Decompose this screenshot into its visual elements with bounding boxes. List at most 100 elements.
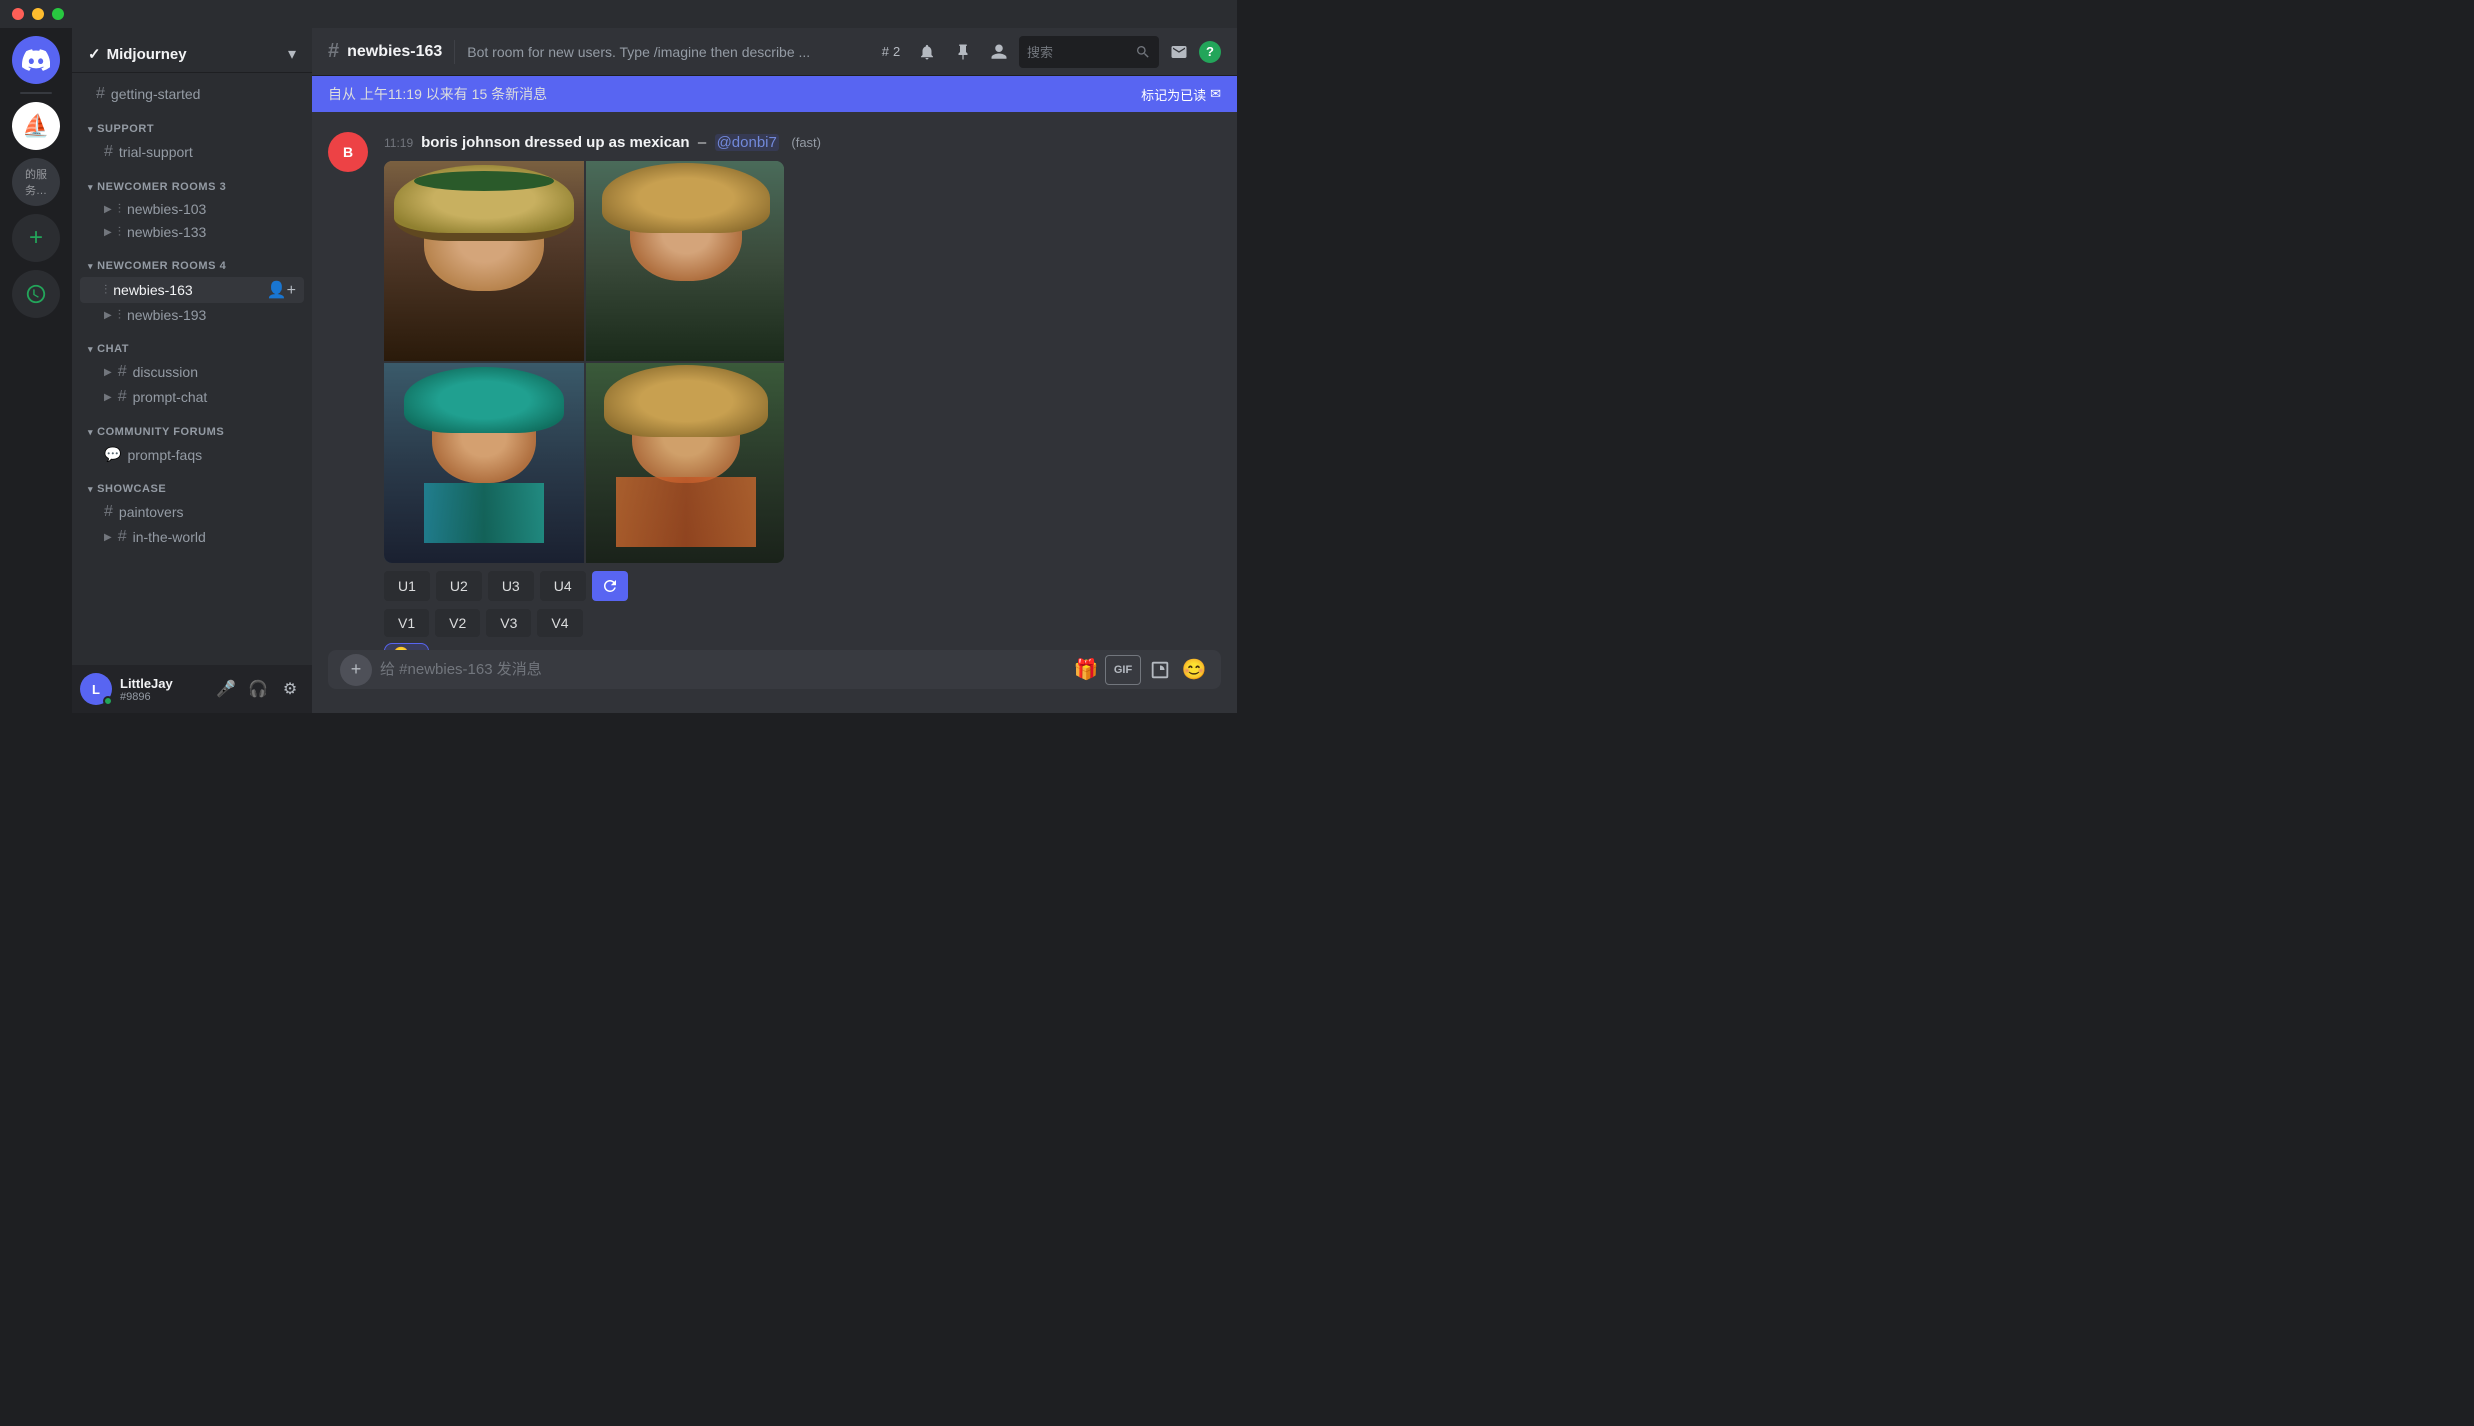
text-channel-icon: # bbox=[96, 85, 105, 103]
channel-hash-icon: # bbox=[328, 40, 339, 63]
channel-item-trial-support[interactable]: # trial-support bbox=[80, 140, 304, 164]
add-member-icon[interactable]: 👤+ bbox=[267, 280, 296, 300]
v2-button[interactable]: V2 bbox=[435, 609, 480, 637]
channel-label-prompt-faqs: prompt-faqs bbox=[127, 447, 296, 463]
help-button[interactable]: ? bbox=[1199, 41, 1221, 63]
category-newcomer3[interactable]: ▾ NEWCOMER ROOMS 3 bbox=[72, 165, 312, 197]
v1-button[interactable]: V1 bbox=[384, 609, 429, 637]
inbox-button[interactable] bbox=[1163, 36, 1195, 68]
titlebar bbox=[0, 0, 1237, 28]
main-chat-area: # newbies-163 Bot room for new users. Ty… bbox=[312, 28, 1237, 713]
chat-input-actions: 🎁 GIF 😊 bbox=[1071, 655, 1209, 685]
channel-item-paintovers[interactable]: # paintovers bbox=[80, 500, 304, 524]
server-icon-explore[interactable] bbox=[12, 270, 60, 318]
server-name-header[interactable]: ✓ Midjourney ▾ bbox=[72, 28, 312, 73]
user-avatar-letter: L bbox=[92, 682, 100, 697]
server-dropdown-icon: ▾ bbox=[288, 44, 296, 64]
settings-button[interactable]: ⚙ bbox=[276, 675, 304, 703]
server-icon-discord[interactable] bbox=[12, 36, 60, 84]
channel-name-heading: newbies-163 bbox=[347, 43, 442, 61]
u2-button[interactable]: U2 bbox=[436, 571, 482, 601]
mark-read-icon: ✉ bbox=[1210, 86, 1221, 102]
category-arrow-newcomer3: ▾ bbox=[88, 182, 93, 193]
message-reactions-1: 😄 1 bbox=[384, 643, 1221, 650]
refresh-button[interactable] bbox=[592, 571, 628, 601]
chat-input-wrapper: + 🎁 GIF 😊 bbox=[328, 650, 1221, 689]
message-avatar-1: B bbox=[328, 132, 368, 172]
mark-read-button[interactable]: 标记为已读 ✉ bbox=[1141, 85, 1221, 104]
sticker-button[interactable] bbox=[1145, 655, 1175, 685]
category-arrow-support: ▾ bbox=[88, 124, 93, 135]
message-input[interactable] bbox=[380, 650, 1063, 689]
category-newcomer4[interactable]: ▾ NEWCOMER ROOMS 4 bbox=[72, 244, 312, 276]
header-actions: # 2 bbox=[875, 36, 1221, 68]
notification-button[interactable] bbox=[911, 36, 943, 68]
u3-button[interactable]: U3 bbox=[488, 571, 534, 601]
server-icon-add[interactable]: + bbox=[12, 214, 60, 262]
mute-button[interactable]: 🎤 bbox=[212, 675, 240, 703]
mark-read-label: 标记为已读 bbox=[1141, 85, 1206, 104]
message-time-1: 11:19 bbox=[384, 136, 413, 150]
channel-item-newbies-193[interactable]: ▶ ⫶ newbies-193 bbox=[80, 304, 304, 326]
image-cell-2[interactable] bbox=[586, 161, 784, 361]
image-cell-3[interactable] bbox=[384, 363, 584, 563]
image-cell-4[interactable] bbox=[586, 363, 784, 563]
thread-channel-icon-163: ⫶ bbox=[104, 282, 107, 298]
server-icon-boat[interactable]: ⛵ bbox=[12, 102, 60, 150]
pin-button[interactable] bbox=[947, 36, 979, 68]
category-arrow-community-forums: ▾ bbox=[88, 427, 93, 438]
emoji-button[interactable]: 😊 bbox=[1179, 655, 1209, 685]
category-support[interactable]: ▾ SUPPORT bbox=[72, 107, 312, 139]
text-channel-icon-prompt-chat: # bbox=[118, 388, 127, 406]
u4-button[interactable]: U4 bbox=[540, 571, 586, 601]
thread-channel-icon-133: ⫶ bbox=[118, 224, 121, 240]
channel-item-discussion[interactable]: ▶ # discussion bbox=[80, 360, 304, 384]
u1-button[interactable]: U1 bbox=[384, 571, 430, 601]
search-button[interactable]: 搜索 bbox=[1019, 36, 1159, 68]
category-chat[interactable]: ▾ CHAT bbox=[72, 327, 312, 359]
message-content-1: 11:19 boris johnson dressed up as mexica… bbox=[384, 132, 1221, 650]
server-icon-service[interactable]: 的服务… bbox=[12, 158, 60, 206]
minimize-button[interactable] bbox=[32, 8, 44, 20]
channel-item-newbies-163[interactable]: ⫶ newbies-163 👤+ bbox=[80, 277, 304, 303]
message-bold-text-1: boris johnson dressed up as mexican bbox=[421, 134, 689, 151]
add-member-header-button[interactable] bbox=[983, 36, 1015, 68]
message-label-1: (fast) bbox=[791, 135, 821, 150]
deafen-button[interactable]: 🎧 bbox=[244, 675, 272, 703]
channel-label-discussion: discussion bbox=[133, 364, 296, 380]
server-name-label: Midjourney bbox=[107, 46, 187, 63]
message-text-preview-1: boris johnson dressed up as mexican – @d… bbox=[421, 132, 821, 153]
channel-label-newbies-193: newbies-193 bbox=[127, 307, 296, 323]
channel-item-prompt-faqs[interactable]: 💬 prompt-faqs bbox=[80, 443, 304, 466]
thread-count-button[interactable]: # 2 bbox=[875, 36, 907, 68]
channel-item-in-the-world[interactable]: ▶ # in-the-world bbox=[80, 525, 304, 549]
category-community-forums[interactable]: ▾ COMMUNITY FORUMS bbox=[72, 410, 312, 442]
channel-item-getting-started[interactable]: # getting-started bbox=[80, 82, 304, 106]
user-panel: L LittleJay #9896 🎤 🎧 ⚙ bbox=[72, 665, 312, 713]
channel-item-newbies-133[interactable]: ▶ ⫶ newbies-133 bbox=[80, 221, 304, 243]
v4-button[interactable]: V4 bbox=[537, 609, 582, 637]
collapse-arrow-discussion: ▶ bbox=[104, 367, 112, 378]
user-tag-label: #9896 bbox=[120, 691, 204, 703]
message-group-1: B 11:19 boris johnson dressed up as mexi… bbox=[312, 128, 1237, 650]
channel-label-in-the-world: in-the-world bbox=[133, 529, 296, 545]
thread-channel-icon-193: ⫶ bbox=[118, 307, 121, 323]
gif-button[interactable]: GIF bbox=[1105, 655, 1141, 685]
channel-item-newbies-103[interactable]: ▶ ⫶ newbies-103 bbox=[80, 198, 304, 220]
reaction-grinning[interactable]: 😄 1 bbox=[384, 643, 429, 650]
image-cell-1[interactable] bbox=[384, 161, 584, 361]
channel-item-prompt-chat[interactable]: ▶ # prompt-chat bbox=[80, 385, 304, 409]
add-attachment-button[interactable]: + bbox=[340, 654, 372, 686]
collapse-arrow-133: ▶ bbox=[104, 227, 112, 238]
v3-button[interactable]: V3 bbox=[486, 609, 531, 637]
category-showcase[interactable]: ▾ SHOWCASE bbox=[72, 467, 312, 499]
maximize-button[interactable] bbox=[52, 8, 64, 20]
forum-channel-icon: 💬 bbox=[104, 446, 121, 463]
header-divider bbox=[454, 40, 455, 64]
close-button[interactable] bbox=[12, 8, 24, 20]
user-avatar: L bbox=[80, 673, 112, 705]
new-messages-banner[interactable]: 自从 上午11:19 以来有 15 条新消息 标记为已读 ✉ bbox=[312, 76, 1237, 112]
server-check-icon: ✓ bbox=[88, 45, 101, 63]
gift-button[interactable]: 🎁 bbox=[1071, 655, 1101, 685]
category-label-newcomer3: NEWCOMER ROOMS 3 bbox=[97, 181, 226, 193]
